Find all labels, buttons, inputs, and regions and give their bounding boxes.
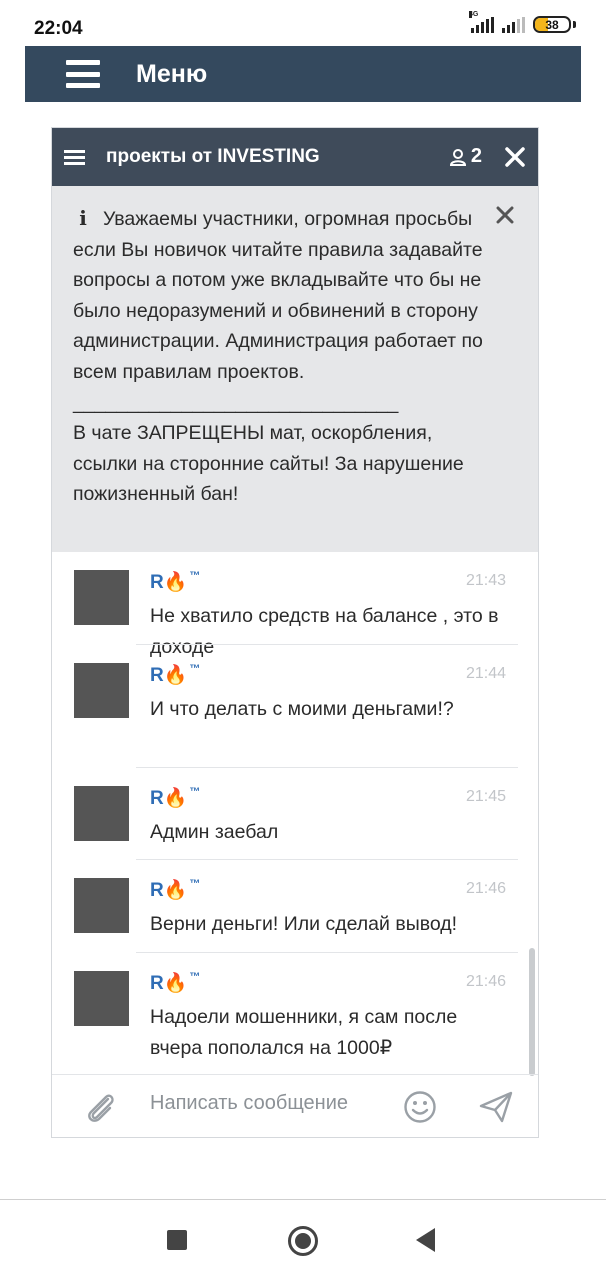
battery-icon: 38 [533,16,571,33]
message-time: 21:46 [465,880,506,897]
menu-bar: Меню [25,46,581,102]
notice-close-icon[interactable] [496,206,514,224]
chat-users-button[interactable]: 2 [449,145,482,168]
menu-hamburger-icon[interactable] [66,60,100,88]
battery-level: 38 [545,17,559,32]
message-text: И что делать с моими деньгами!? [150,697,454,720]
message-item[interactable]: R🔥 ™ 21:46 Верни деньги! Или сделай вывод… [52,860,538,953]
status-bar: 22:04 4G 38 [0,0,606,46]
scrollbar[interactable] [529,948,535,1076]
network-type-label: 4G [469,10,479,18]
message-item[interactable]: R🔥 ™ 21:44 И что делать с моими деньгами!… [52,645,538,768]
message-composer [52,1074,538,1137]
smiley-icon[interactable] [403,1090,437,1124]
send-icon[interactable] [478,1090,514,1124]
status-time: 22:04 [34,18,83,39]
android-nav-bar [0,1199,606,1280]
back-button[interactable] [416,1228,435,1252]
message-author[interactable]: R🔥 ™ [150,663,200,687]
chat-menu-icon[interactable] [64,149,85,165]
message-author[interactable]: R🔥 ™ [150,570,200,594]
chat-title: проекты от INVESTING [106,146,320,167]
message-text: Админ заебал [150,820,279,843]
user-icon [449,148,466,166]
home-button[interactable] [288,1226,318,1256]
message-author[interactable]: R🔥 ™ [150,786,200,810]
message-item[interactable]: R🔥 ™ 21:46 Надоели мошенники, я сам после… [52,953,538,1076]
message-author[interactable]: R🔥 ™ [150,971,200,995]
message-time: 21:45 [465,787,506,805]
message-input[interactable] [150,1092,390,1115]
message-time: 21:44 [465,664,506,682]
recent-apps-button[interactable] [167,1230,187,1250]
chat-header: проекты от INVESTING 2 [52,128,538,186]
message-time: 21:46 [465,972,506,990]
message-text: Надоели мошенники, я сам после вчера поп… [150,1005,458,1059]
battery-tip [573,21,576,28]
notice-text: i Уважаемы участники, огромная просьбы ес… [73,203,498,510]
chat-widget: проекты от INVESTING 2 i Уважаемы участни… [51,127,539,1138]
message-item[interactable]: R🔥 ™ 21:45 Админ заебал [52,768,538,860]
chat-close-icon[interactable] [504,146,526,168]
avatar[interactable] [74,570,129,625]
avatar[interactable] [74,878,129,933]
status-icons: 4G 38 [469,10,576,33]
avatar[interactable] [74,785,129,841]
signal-icon-1: 4G [469,10,494,33]
menu-title[interactable]: Меню [136,60,207,89]
message-author[interactable]: R🔥 ™ [150,878,200,902]
message-item[interactable]: R🔥 ™ 21:43 Не хватило средств на балансе … [52,552,538,658]
chat-user-count: 2 [470,145,482,167]
avatar[interactable] [74,662,129,718]
signal-icon-2 [502,16,525,33]
avatar[interactable] [74,970,129,1026]
message-text: Верни деньги! Или сделай вывод! [150,913,458,935]
message-time: 21:43 [465,572,506,589]
info-icon: i [79,206,87,230]
chat-notice: i Уважаемы участники, огромная просьбы ес… [52,186,538,552]
message-list[interactable]: R🔥 ™ 21:43 Не хватило средств на балансе … [52,552,538,1076]
paperclip-icon[interactable] [82,1091,118,1125]
notice-body: Уважаемы участники, огромная просьбы есл… [73,208,483,506]
